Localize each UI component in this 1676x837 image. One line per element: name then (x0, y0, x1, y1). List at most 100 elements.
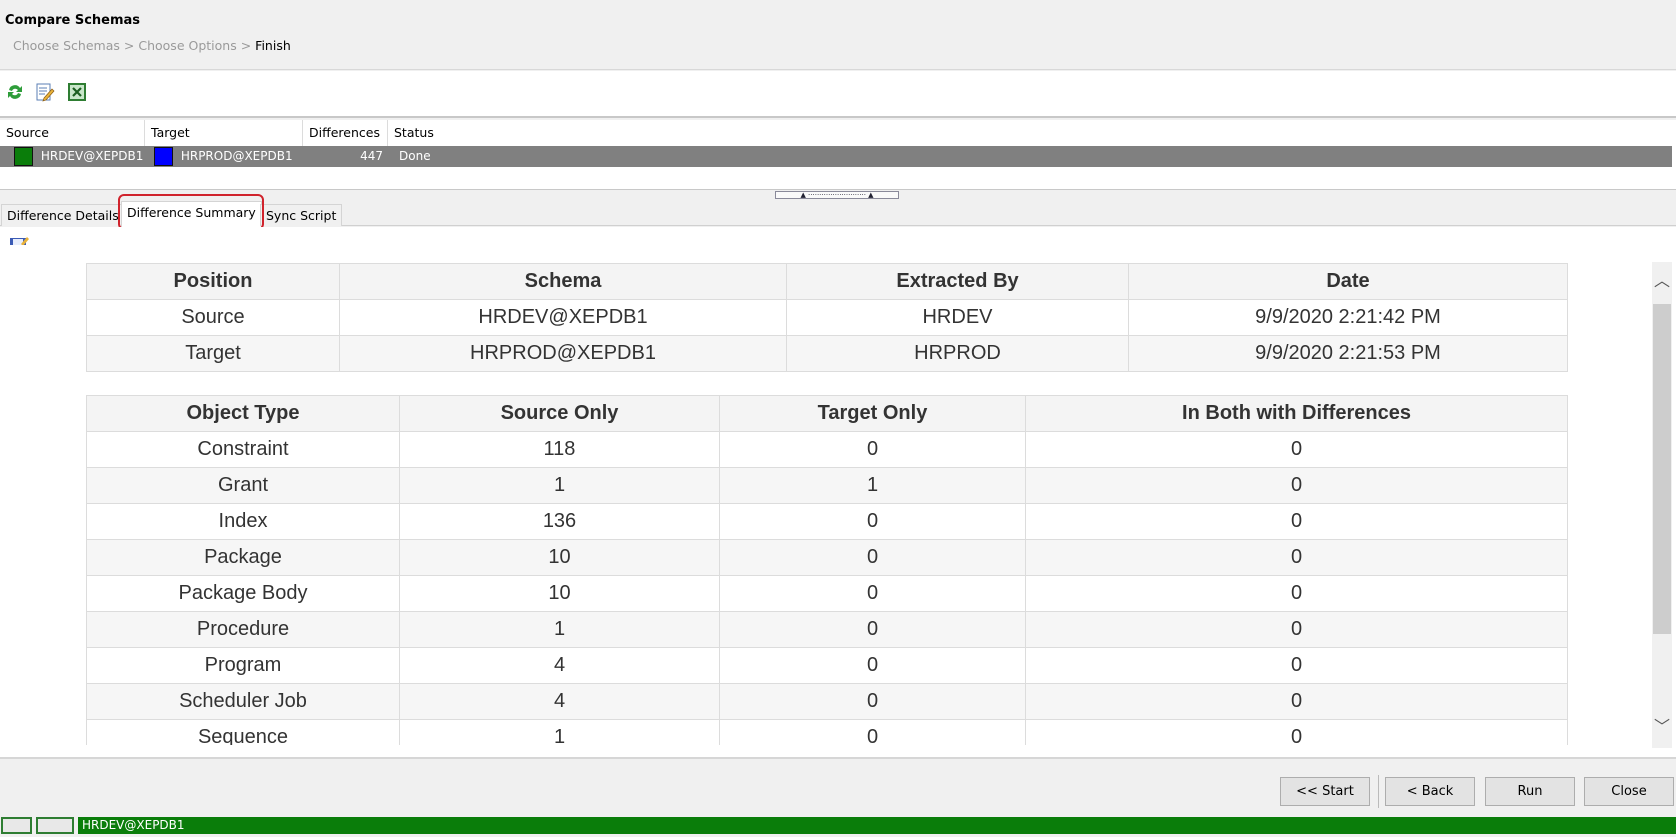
target-color-swatch (154, 147, 173, 166)
status-bar: HRDEV@XEPDB1 (0, 814, 1676, 837)
cell-object-type: Package Body (86, 575, 400, 612)
toolbar (0, 71, 1676, 118)
page-title: Compare Schemas (5, 13, 141, 28)
cell-extracted-by: HRDEV (786, 299, 1129, 336)
table-header-row: Position Schema Extracted By Date (86, 263, 1568, 300)
header-position: Position (86, 263, 340, 300)
back-button[interactable]: < Back (1385, 777, 1475, 806)
cell-in-both: 0 (1025, 575, 1568, 612)
cell-source-only: 10 (399, 575, 720, 612)
cell-target-only: 0 (719, 683, 1026, 720)
tab-difference-summary[interactable]: Difference Summary (121, 201, 262, 227)
table-row: Package 10 0 0 (86, 539, 1568, 576)
vertical-scrollbar[interactable]: ︿ ﹀ (1652, 262, 1672, 748)
cell-source-only: 4 (399, 683, 720, 720)
cell-date: 9/9/2020 2:21:42 PM (1128, 299, 1568, 336)
tab-sync-script[interactable]: Sync Script (260, 204, 343, 226)
cell-object-type: Procedure (86, 611, 400, 648)
table-row: Index 136 0 0 (86, 503, 1568, 540)
cell-schema: HRDEV@XEPDB1 (339, 299, 787, 336)
edit-document-icon[interactable] (34, 81, 56, 103)
cell-source-only: 4 (399, 647, 720, 684)
cell-source-only: 10 (399, 539, 720, 576)
cell-in-both: 0 (1025, 647, 1568, 684)
cell-in-both: 0 (1025, 503, 1568, 540)
header-in-both: In Both with Differences (1025, 395, 1568, 432)
start-button[interactable]: << Start (1280, 777, 1370, 806)
cell-source-only: 1 (399, 719, 720, 745)
breadcrumb-step-choose-schemas: Choose Schemas (13, 38, 120, 53)
table-header-row: Object Type Source Only Target Only In B… (86, 395, 1568, 432)
cell-source-only: 1 (399, 467, 720, 504)
cell-object-type: Index (86, 503, 400, 540)
cell-target-only: 0 (719, 647, 1026, 684)
session-icon[interactable] (1, 817, 32, 834)
comparison-grid: Source Target Differences Status HRDEV@X… (0, 120, 1676, 190)
table-row: Constraint 118 0 0 (86, 431, 1568, 468)
header-extracted-by: Extracted By (786, 263, 1129, 300)
tab-difference-details[interactable]: Difference Details (1, 204, 125, 226)
table-row: Sequence 1 0 0 (86, 719, 1568, 745)
cell-object-type: Scheduler Job (86, 683, 400, 720)
comparison-row[interactable]: HRDEV@XEPDB1 HRPROD@XEPDB1 447 Done (0, 146, 1672, 167)
wizard-header: Compare Schemas Choose Schemas > Choose … (0, 0, 1676, 70)
tab-strip: Difference Details Difference Summary Sy… (0, 200, 1676, 227)
cell-in-both: 0 (1025, 719, 1568, 745)
breadcrumb-step-finish: Finish (255, 38, 291, 53)
panel-splitter[interactable]: ▲ ·························· ▲ (775, 191, 899, 199)
cell-object-type: Program (86, 647, 400, 684)
cell-object-type: Grant (86, 467, 400, 504)
cell-target-only: 0 (719, 539, 1026, 576)
cell-date: 9/9/2020 2:21:53 PM (1128, 335, 1568, 372)
table-row: Grant 1 1 0 (86, 467, 1568, 504)
cell-source-only: 136 (399, 503, 720, 540)
header-schema: Schema (339, 263, 787, 300)
scroll-down-icon[interactable]: ﹀ (1652, 713, 1672, 743)
connection-status: HRDEV@XEPDB1 (78, 817, 1676, 834)
object-summary-table: Object Type Source Only Target Only In B… (86, 395, 1568, 745)
table-row: Target HRPROD@XEPDB1 HRPROD 9/9/2020 2:2… (86, 335, 1568, 372)
cell-object-type: Package (86, 539, 400, 576)
cell-in-both: 0 (1025, 683, 1568, 720)
cell-target-only: 0 (719, 575, 1026, 612)
header-target-only: Target Only (719, 395, 1026, 432)
column-header-target[interactable]: Target (145, 120, 303, 146)
status-cell: Done (399, 149, 431, 163)
cell-extracted-by: HRPROD (786, 335, 1129, 372)
column-header-status[interactable]: Status (388, 120, 448, 146)
summary-report: Position Schema Extracted By Date Source… (0, 245, 1648, 745)
wizard-footer: << Start < Back Run Close (0, 757, 1676, 814)
column-header-differences[interactable]: Differences (303, 120, 388, 146)
cell-in-both: 0 (1025, 539, 1568, 576)
grid-header: Source Target Differences Status (0, 120, 1676, 146)
table-row: Procedure 1 0 0 (86, 611, 1568, 648)
column-header-source[interactable]: Source (0, 120, 145, 146)
cell-schema: HRPROD@XEPDB1 (339, 335, 787, 372)
cell-source-only: 1 (399, 611, 720, 648)
table-row: Program 4 0 0 (86, 647, 1568, 684)
close-button[interactable]: Close (1584, 777, 1674, 806)
scroll-up-icon[interactable]: ︿ (1652, 267, 1672, 297)
breadcrumb: Choose Schemas > Choose Options > Finish (13, 38, 291, 53)
excel-export-icon[interactable] (66, 81, 88, 103)
header-object-type: Object Type (86, 395, 400, 432)
cell-target-only: 1 (719, 467, 1026, 504)
cell-in-both: 0 (1025, 431, 1568, 468)
table-row: Package Body 10 0 0 (86, 575, 1568, 612)
divider (1378, 775, 1379, 808)
cell-position: Target (86, 335, 340, 372)
cell-target-only: 0 (719, 503, 1026, 540)
table-row: Source HRDEV@XEPDB1 HRDEV 9/9/2020 2:21:… (86, 299, 1568, 336)
cell-position: Source (86, 299, 340, 336)
cell-object-type: Sequence (86, 719, 400, 745)
run-button[interactable]: Run (1485, 777, 1575, 806)
clock-icon[interactable] (36, 817, 74, 834)
cell-object-type: Constraint (86, 431, 400, 468)
differences-cell: 447 (360, 149, 383, 163)
table-row: Scheduler Job 4 0 0 (86, 683, 1568, 720)
source-color-swatch (14, 147, 33, 166)
header-date: Date (1128, 263, 1568, 300)
scrollbar-thumb[interactable] (1653, 304, 1671, 634)
breadcrumb-step-choose-options: Choose Options (138, 38, 237, 53)
refresh-icon[interactable] (4, 81, 26, 103)
